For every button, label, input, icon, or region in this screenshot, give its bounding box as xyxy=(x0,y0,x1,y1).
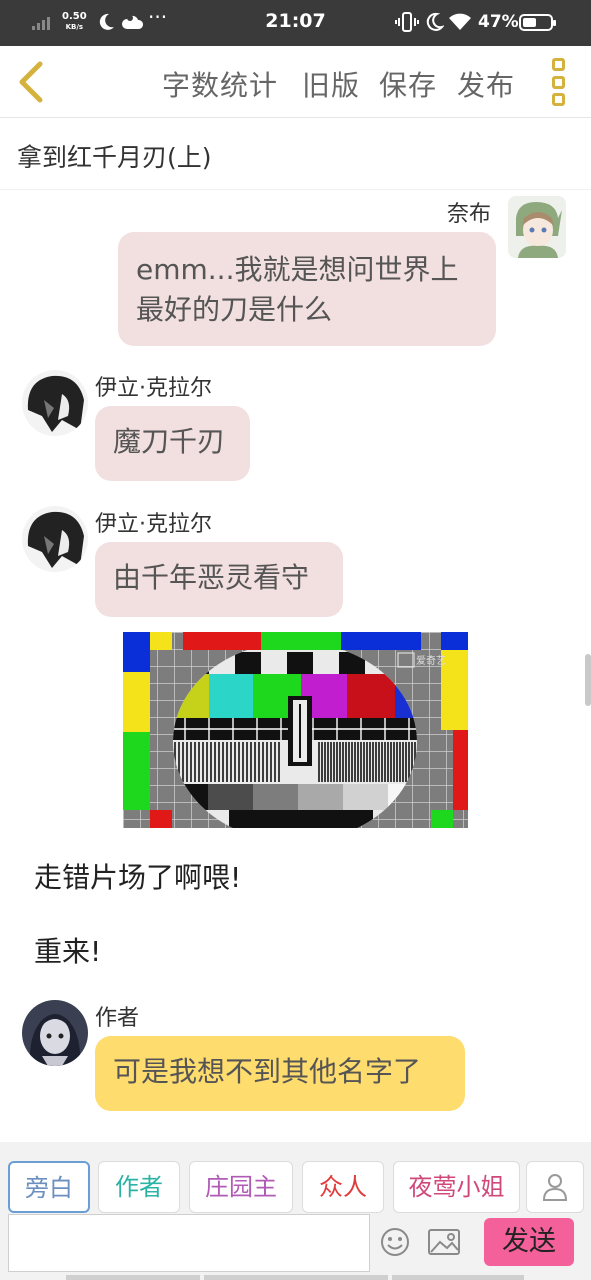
battery-percent: 47% xyxy=(478,12,519,32)
role-narrator[interactable]: 旁白 xyxy=(8,1161,90,1213)
role-nightingale[interactable]: 夜莺小姐 xyxy=(393,1161,520,1213)
status-bar: 0.50 KB/s ··· 21:07 47% xyxy=(0,0,591,46)
back-arrow-icon[interactable] xyxy=(12,60,52,104)
word-count-button[interactable]: 字数统计 xyxy=(162,64,278,104)
watermark-text: 爱奇艺 xyxy=(416,654,446,667)
person-add-icon xyxy=(542,1174,568,1201)
speaker-name: 伊立·克拉尔 xyxy=(95,512,212,537)
save-button[interactable]: 保存 xyxy=(379,64,437,104)
message-bubble[interactable]: 可是我想不到其他名字了 xyxy=(95,1036,465,1111)
story-title-bar[interactable]: 拿到红千月刃(上) xyxy=(0,118,591,190)
editor-toolbar: 字数统计 旧版 保存 发布 xyxy=(0,46,591,118)
role-crowd[interactable]: 众人 xyxy=(302,1161,384,1213)
avatar[interactable] xyxy=(22,506,88,572)
old-version-button[interactable]: 旧版 xyxy=(302,64,360,104)
avatar[interactable] xyxy=(22,1000,88,1066)
test-card-image[interactable]: 爱奇艺 xyxy=(123,632,468,828)
nav-strip xyxy=(66,1275,200,1280)
moon-icon xyxy=(426,12,444,31)
nav-strip xyxy=(204,1275,388,1280)
story-title: 拿到红千月刃(上) xyxy=(17,143,212,172)
image-icon[interactable] xyxy=(427,1226,461,1258)
add-role-button[interactable] xyxy=(526,1161,584,1213)
more-menu-icon[interactable] xyxy=(549,58,569,106)
publish-button[interactable]: 发布 xyxy=(457,64,515,104)
speaker-name: 伊立·克拉尔 xyxy=(95,376,212,401)
narration-text[interactable]: 走错片场了啊喂! xyxy=(34,856,241,896)
message-bubble[interactable]: 由千年恶灵看守 xyxy=(95,542,343,617)
wifi-icon xyxy=(449,13,471,30)
message-bubble[interactable]: 魔刀千刃 xyxy=(95,406,250,481)
composer-panel: 旁白 作者 庄园主 众人 夜莺小姐 发送 xyxy=(0,1142,591,1280)
send-button[interactable]: 发送 xyxy=(484,1218,574,1266)
avatar[interactable] xyxy=(22,370,88,436)
speaker-name: 作者 xyxy=(95,1006,140,1031)
nav-strip xyxy=(392,1275,524,1280)
message-bubble[interactable]: emm...我就是想问世界上 最好的刀是什么 xyxy=(118,232,496,346)
emoji-icon[interactable] xyxy=(379,1226,411,1258)
role-author[interactable]: 作者 xyxy=(98,1161,180,1213)
role-manor-owner[interactable]: 庄园主 xyxy=(189,1161,293,1213)
narration-text[interactable]: 重来! xyxy=(34,930,101,970)
battery-icon xyxy=(519,14,556,31)
avatar[interactable] xyxy=(508,196,566,258)
scrollbar[interactable] xyxy=(585,654,591,706)
message-input[interactable] xyxy=(8,1214,370,1272)
speaker-name: 奈布 xyxy=(447,202,492,227)
vibrate-icon xyxy=(395,12,419,32)
